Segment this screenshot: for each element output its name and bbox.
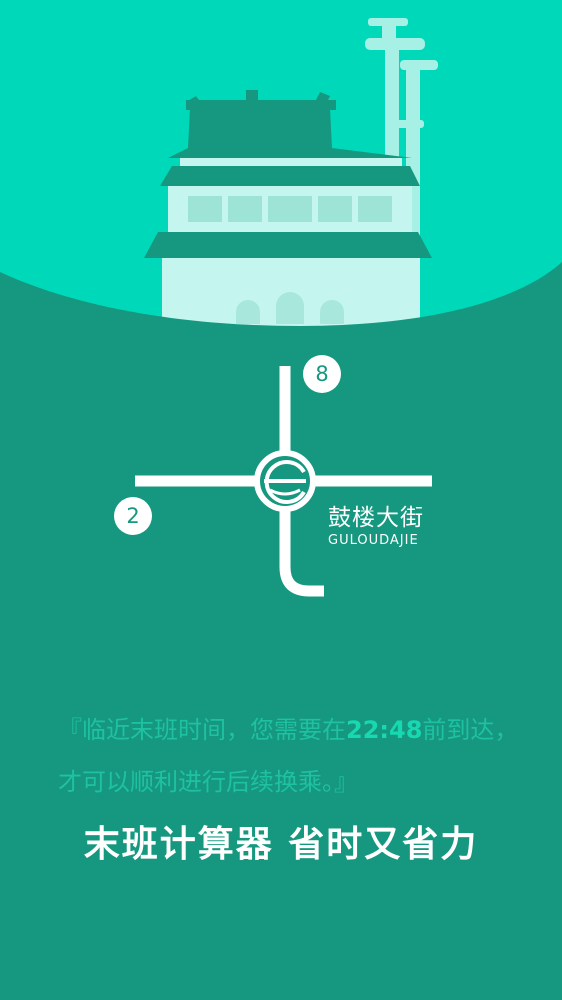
line-8-badge: 8 — [303, 355, 341, 393]
line-2-badge: 2 — [114, 497, 152, 535]
arrival-deadline-time: 22:48 — [346, 716, 423, 744]
subway-logo-icon — [254, 450, 316, 512]
notice-prefix: 『临近末班时间，您需要在 — [58, 716, 346, 744]
station-name-pinyin: GULOUDAJIE — [328, 533, 419, 548]
last-train-notice: 『临近末班时间，您需要在22:48前到达，才可以顺利进行后续换乘。』 — [58, 704, 528, 808]
hero-illustration — [0, 0, 562, 340]
station-name: 鼓楼大街 — [328, 505, 424, 531]
promo-headline: 末班计算器 省时又省力 — [83, 824, 479, 865]
subway-line-map — [135, 366, 432, 597]
